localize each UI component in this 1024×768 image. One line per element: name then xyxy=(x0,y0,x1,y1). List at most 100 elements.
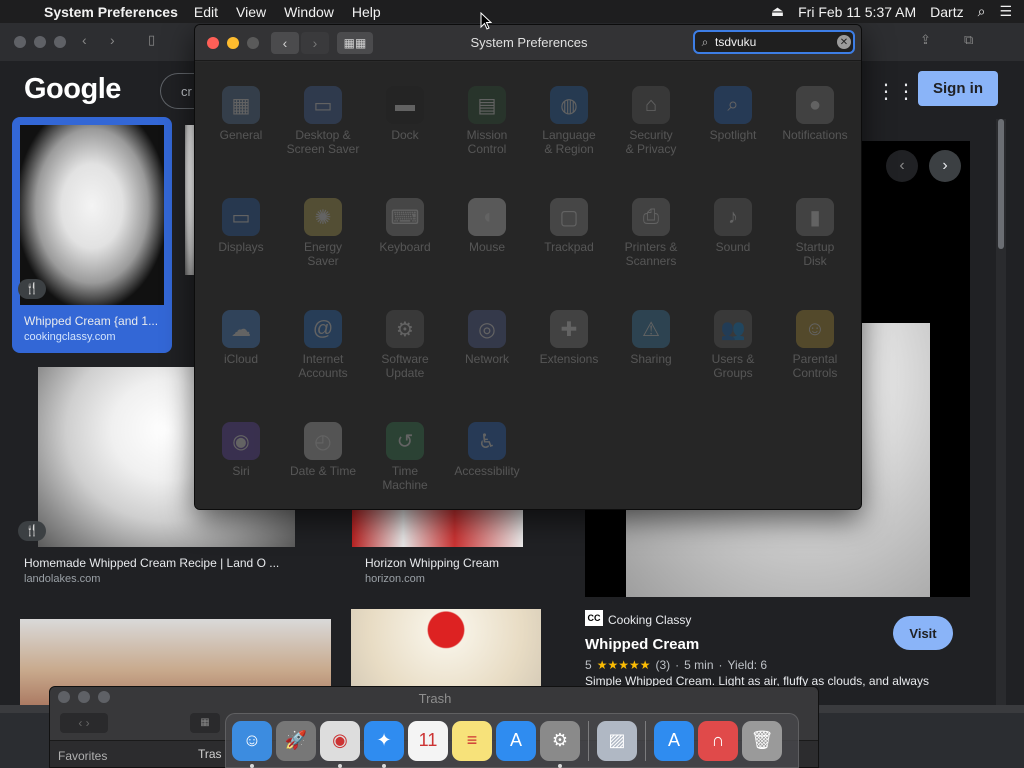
pref-pane-mouse[interactable]: ◖ Mouse xyxy=(446,198,528,254)
browser-forward-icon[interactable]: › xyxy=(110,32,115,48)
browser-window-controls[interactable] xyxy=(14,36,66,48)
sign-in-button[interactable]: Sign in xyxy=(918,71,998,106)
browser-scrollbar[interactable] xyxy=(996,119,1006,709)
trackpad-icon: ▢ xyxy=(550,198,588,236)
finder-sidebar-favorites: Favorites xyxy=(58,749,108,763)
search-input[interactable] xyxy=(715,35,815,49)
preview-site-name[interactable]: Cooking Classy xyxy=(608,613,691,627)
pref-pane-desktop[interactable]: ▭ Desktop & Screen Saver xyxy=(282,86,364,156)
pref-pane-label: Internet Accounts xyxy=(298,352,348,380)
system-preferences-icon[interactable]: ⚙ xyxy=(540,720,580,768)
menu-app-name[interactable]: System Preferences xyxy=(44,4,178,20)
menu-bar: System Preferences Edit View Window Help… xyxy=(0,0,1024,23)
pref-pane-spotlight[interactable]: ⌕ Spotlight xyxy=(692,86,774,142)
pref-pane-at[interactable]: @ Internet Accounts xyxy=(282,310,364,380)
visit-button[interactable]: Visit xyxy=(893,616,953,650)
sp-titlebar[interactable]: ‹ › ▦▦ System Preferences ⌕ ✕ xyxy=(195,25,861,61)
pref-pane-time-machine[interactable]: ↺ Time Machine xyxy=(364,422,446,492)
dock-icon: ▬ xyxy=(386,86,424,124)
pref-pane-users[interactable]: 👥 Users & Groups xyxy=(692,310,774,380)
pref-pane-gear[interactable]: ⚙ Software Update xyxy=(364,310,446,380)
menu-edit[interactable]: Edit xyxy=(194,4,218,20)
spotlight-search-icon[interactable]: ⌕ xyxy=(978,3,986,20)
magnet-icon[interactable]: ∩ xyxy=(698,720,738,761)
window-minimize-button[interactable] xyxy=(227,37,239,49)
rating-value: 5 xyxy=(585,658,592,672)
finder-view-icon[interactable]: ▦ xyxy=(190,713,220,733)
pref-pane-house-lock[interactable]: ⌂ Security & Privacy xyxy=(610,86,692,156)
pref-pane-mission-control[interactable]: ▤ Mission Control xyxy=(446,86,528,156)
show-all-button[interactable]: ▦▦ xyxy=(337,32,373,54)
app-store-download-icon[interactable]: A xyxy=(654,720,694,761)
clear-search-icon[interactable]: ✕ xyxy=(837,35,851,49)
notes-icon[interactable]: ≡ xyxy=(452,720,492,761)
window-close-button[interactable] xyxy=(207,37,219,49)
sidebar-toggle-icon[interactable]: ▯ xyxy=(148,32,155,48)
pref-pane-label: iCloud xyxy=(223,352,259,366)
result-title[interactable]: Horizon Whipping Cream xyxy=(365,556,499,570)
pref-pane-keyboard[interactable]: ⌨ Keyboard xyxy=(364,198,446,254)
pref-pane-globe[interactable]: ◍ Language & Region xyxy=(528,86,610,156)
result-title[interactable]: Whipped Cream {and 1... xyxy=(24,314,164,328)
back-button[interactable]: ‹ xyxy=(271,32,299,54)
preview-next-icon[interactable]: › xyxy=(929,150,961,182)
pref-pane-siri[interactable]: ◉ Siri xyxy=(200,422,282,478)
result-title[interactable]: Homemade Whipped Cream Recipe | Land O .… xyxy=(24,556,279,570)
pref-pane-label: Parental Controls xyxy=(792,352,838,380)
pref-pane-network[interactable]: ◎ Network xyxy=(446,310,528,366)
preview-title[interactable]: Whipped Cream xyxy=(585,636,699,653)
pref-pane-accessibility[interactable]: ♿ Accessibility xyxy=(446,422,528,478)
calendar-icon[interactable]: 11 xyxy=(408,720,448,761)
pref-pane-trackpad[interactable]: ▢ Trackpad xyxy=(528,198,610,254)
menu-window[interactable]: Window xyxy=(284,4,334,20)
result-thumbnail[interactable] xyxy=(20,125,164,305)
tabs-overview-icon[interactable]: ⧉ xyxy=(964,32,973,48)
menu-help[interactable]: Help xyxy=(352,4,381,20)
puzzle-icon: ✚ xyxy=(550,310,588,348)
control-center-icon[interactable]: ☰ xyxy=(999,3,1012,20)
search-field[interactable]: ⌕ ✕ xyxy=(693,30,855,54)
safari-icon[interactable]: ✦ xyxy=(364,720,404,768)
pref-pane-puzzle[interactable]: ✚ Extensions xyxy=(528,310,610,366)
launchpad-icon[interactable]: 🚀 xyxy=(276,720,316,761)
result-thumbnail[interactable] xyxy=(352,509,523,547)
browser-back-icon[interactable]: ‹ xyxy=(82,32,87,48)
result-source[interactable]: horizon.com xyxy=(365,573,425,585)
result-source[interactable]: landolakes.com xyxy=(24,573,100,585)
menubar-user[interactable]: Dartz xyxy=(930,4,963,20)
pref-pane-lightbulb[interactable]: ✺ Energy Saver xyxy=(282,198,364,268)
pref-pane-parental[interactable]: ☺ Parental Controls xyxy=(774,310,856,380)
result-source[interactable]: cookingclassy.com xyxy=(24,331,116,343)
pref-pane-sharing-folder[interactable]: ⚠ Sharing xyxy=(610,310,692,366)
trash-icon[interactable]: 🗑 xyxy=(742,720,782,761)
google-apps-icon[interactable]: ⋮⋮ xyxy=(876,79,916,104)
pref-pane-dock[interactable]: ▬ Dock xyxy=(364,86,446,142)
eject-icon[interactable]: ⏏ xyxy=(771,3,784,20)
pref-pane-general[interactable]: ▦ General xyxy=(200,86,282,142)
pref-pane-display[interactable]: ▭ Displays xyxy=(200,198,282,254)
window-zoom-button[interactable] xyxy=(247,37,259,49)
pref-pane-clock[interactable]: ◴ Date & Time xyxy=(282,422,364,478)
share-icon[interactable]: ⇪ xyxy=(920,32,931,48)
google-logo[interactable]: Google xyxy=(24,73,121,106)
forward-button[interactable]: › xyxy=(301,32,329,54)
pref-pane-speaker[interactable]: ♪ Sound xyxy=(692,198,774,254)
clock-icon: ◴ xyxy=(304,422,342,460)
chrome-icon[interactable]: ◉ xyxy=(320,720,360,768)
menu-view[interactable]: View xyxy=(236,4,266,20)
finder-icon[interactable]: ☺ xyxy=(232,720,272,768)
pref-pane-label: Software Update xyxy=(381,352,429,380)
preference-panes-grid: ▦ General ▭ Desktop & Screen Saver ▬ Dock ▤ Mis… xyxy=(195,62,861,509)
chevron-right-icon: › xyxy=(312,35,318,51)
pref-pane-printer[interactable]: ⎙ Printers & Scanners xyxy=(610,198,692,268)
menubar-clock[interactable]: Fri Feb 11 5:37 AM xyxy=(798,4,916,20)
pref-pane-notifications[interactable]: ● Notifications xyxy=(774,86,856,142)
preview-icon[interactable]: ▨ xyxy=(597,720,637,761)
gear-icon: ⚙ xyxy=(386,310,424,348)
finder-nav-buttons[interactable]: ‹ › xyxy=(60,713,108,733)
preview-prev-icon[interactable]: ‹ xyxy=(886,150,918,182)
pref-pane-disk[interactable]: ▮ Startup Disk xyxy=(774,198,856,268)
app-store-icon[interactable]: A xyxy=(496,720,536,761)
pref-pane-cloud[interactable]: ☁ iCloud xyxy=(200,310,282,366)
pref-pane-label: Mouse xyxy=(468,240,506,254)
